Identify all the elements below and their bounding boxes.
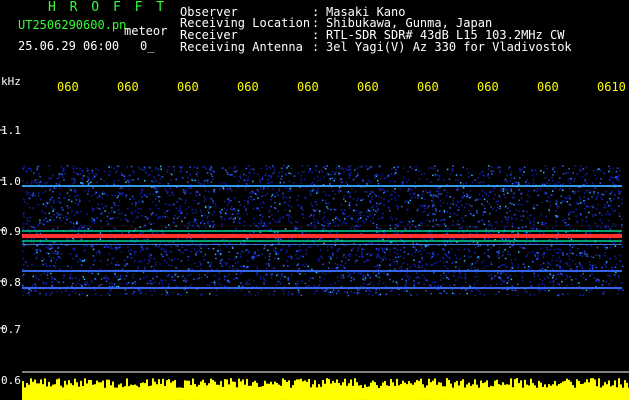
field-label-antenna: Receiving Antenna	[180, 40, 303, 54]
echo-line-0.99	[22, 185, 622, 187]
time-tick: 060	[357, 80, 379, 94]
time-tick: 060	[57, 80, 79, 94]
date-time: 25.06.29 06:00	[18, 39, 120, 53]
program-title: H R O F F T	[48, 0, 168, 15]
field-colon: :	[312, 40, 320, 54]
echo-line-0.88	[22, 244, 622, 245]
time-tick: 060	[177, 80, 199, 94]
freq-tick-label: 0.6	[1, 374, 21, 387]
time-tick: 060	[117, 80, 139, 94]
echo-line-0.89-halo	[22, 230, 622, 232]
time-tick: 060	[297, 80, 319, 94]
signal-level-trace	[22, 378, 629, 400]
time-tick: 0610	[597, 80, 626, 94]
freq-tick-label: 0.7	[1, 323, 21, 336]
file-name: UT2506290600.pn	[18, 18, 127, 32]
spectrogram	[0, 129, 629, 400]
mode-label: meteor	[124, 24, 168, 38]
time-tick: 060	[417, 80, 439, 94]
freq-tick-label: 1.1	[1, 124, 21, 137]
echo-line-0.89	[22, 234, 622, 238]
freq-unit-label: kHz	[1, 75, 21, 88]
freq-tick-label: 0.9	[1, 225, 21, 238]
meteor-count: 0_	[140, 39, 155, 53]
time-tick: 060	[477, 80, 499, 94]
freq-tick-label: 1.0	[1, 175, 21, 188]
time-tick: 060	[237, 80, 259, 94]
time-tick: 060	[537, 80, 559, 94]
echo-line-0.82	[22, 270, 622, 272]
echo-line-0.89-halo2	[22, 240, 622, 242]
freq-tick-label: 0.8	[1, 276, 21, 289]
field-value-antenna: 3el Yagi(V) Az 330 for Vladivostok	[326, 40, 572, 54]
echo-line-0.79	[22, 287, 622, 289]
